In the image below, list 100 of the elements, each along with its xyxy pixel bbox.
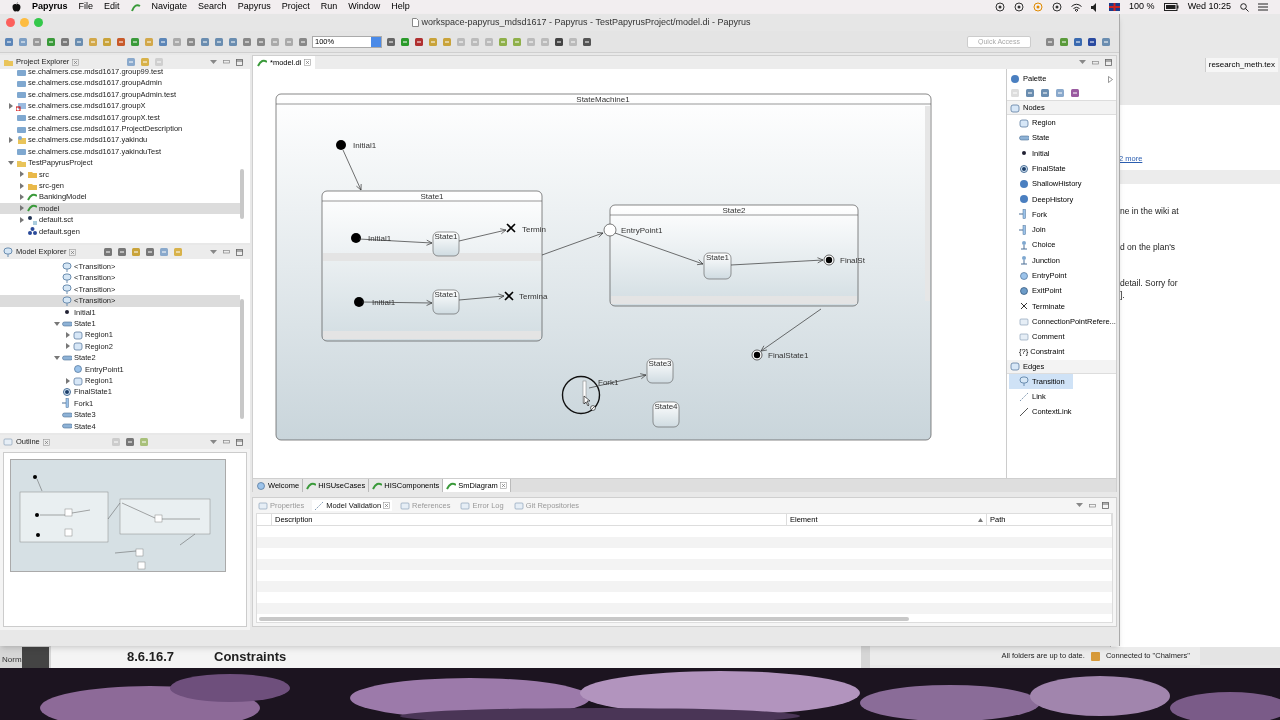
transition-arrow bbox=[458, 293, 505, 301]
toolbar-icon[interactable] bbox=[1040, 87, 1050, 98]
toolbar-icon[interactable] bbox=[145, 247, 156, 257]
close-icon[interactable] bbox=[499, 482, 507, 489]
expand-arrow-icon[interactable] bbox=[65, 332, 71, 339]
menu-item[interactable]: Edit bbox=[104, 0, 120, 14]
terminate-node bbox=[506, 223, 516, 233]
entry-point-icon bbox=[1019, 270, 1029, 281]
diagram-icon bbox=[256, 480, 266, 491]
expand-arrow-icon[interactable] bbox=[8, 102, 14, 109]
expand-arrow-icon[interactable] bbox=[19, 171, 25, 178]
expand-arrow-icon[interactable] bbox=[65, 343, 71, 350]
entry-point-icon bbox=[73, 364, 83, 375]
maximize-icon[interactable] bbox=[236, 58, 243, 66]
node-label: Termin bbox=[522, 225, 546, 234]
expand-arrow-icon[interactable] bbox=[19, 205, 25, 212]
toolbar-icon[interactable] bbox=[1025, 87, 1035, 98]
toolbar-icon[interactable] bbox=[386, 36, 396, 47]
view-icon bbox=[513, 500, 524, 511]
apple-icon[interactable] bbox=[12, 2, 21, 12]
battery-icon[interactable] bbox=[1163, 3, 1179, 11]
expand-arrow-icon[interactable] bbox=[8, 137, 14, 144]
view-menu-icon[interactable] bbox=[210, 59, 217, 65]
generator-icon bbox=[27, 226, 37, 237]
view-menu-icon[interactable] bbox=[1079, 60, 1086, 65]
toolbar-icon[interactable] bbox=[103, 247, 114, 257]
sort-icon bbox=[978, 517, 983, 522]
menu-item[interactable]: Run bbox=[320, 0, 338, 14]
state-icon bbox=[62, 352, 72, 363]
status-icon[interactable] bbox=[1052, 2, 1063, 12]
menu-item[interactable]: Navigate bbox=[151, 0, 188, 14]
final-state-node bbox=[751, 349, 763, 361]
minimize-icon[interactable] bbox=[223, 60, 230, 64]
maximize-icon[interactable] bbox=[236, 248, 243, 256]
toolbar-icon[interactable] bbox=[1070, 87, 1080, 98]
zoom-window-button[interactable] bbox=[34, 18, 43, 27]
toolbar-icon[interactable] bbox=[116, 36, 126, 47]
toolbar-icon[interactable] bbox=[117, 247, 128, 257]
view-icon bbox=[314, 500, 325, 511]
search-icon[interactable] bbox=[1240, 2, 1249, 12]
close-window-button[interactable] bbox=[6, 18, 15, 27]
close-icon[interactable] bbox=[383, 502, 391, 509]
project-icon bbox=[16, 135, 26, 146]
menu-item[interactable]: File bbox=[78, 0, 94, 14]
close-icon[interactable] bbox=[72, 58, 80, 66]
menu-item[interactable]: Project bbox=[281, 0, 310, 14]
toolbar-icon[interactable] bbox=[414, 36, 424, 47]
close-icon[interactable] bbox=[304, 59, 312, 66]
expand-arrow-icon[interactable] bbox=[8, 159, 14, 166]
expand-arrow-icon[interactable] bbox=[65, 377, 71, 384]
editor-tab[interactable]: research_meth.tex bbox=[1204, 58, 1278, 72]
transition-arrow bbox=[541, 232, 604, 256]
close-icon[interactable] bbox=[42, 438, 50, 446]
document-text: detail. Sorry for bbox=[1120, 278, 1179, 288]
transition-icon bbox=[1019, 376, 1029, 387]
menu-item[interactable]: Window bbox=[348, 0, 381, 14]
expand-arrow-icon[interactable] bbox=[19, 194, 25, 200]
toolbar-icon[interactable] bbox=[1087, 36, 1097, 47]
maximize-icon[interactable] bbox=[236, 438, 243, 446]
menu-item[interactable]: Papyrus bbox=[237, 0, 271, 14]
group-icon bbox=[1010, 361, 1020, 372]
transition-arrow bbox=[760, 308, 822, 352]
expand-arrow-icon[interactable] bbox=[19, 182, 25, 189]
expand-arrow-icon[interactable] bbox=[54, 320, 60, 327]
minimize-icon[interactable] bbox=[223, 250, 230, 254]
toolbar-icon[interactable] bbox=[554, 36, 564, 47]
close-icon[interactable] bbox=[69, 248, 77, 256]
expand-arrow-icon[interactable] bbox=[19, 216, 25, 223]
menu-item[interactable]: Papyrus bbox=[32, 0, 68, 14]
region-icon bbox=[73, 375, 83, 386]
view-icon bbox=[400, 500, 411, 511]
document-text: ]. bbox=[1120, 290, 1126, 300]
transition-arrow bbox=[361, 299, 433, 306]
toolbar-icon[interactable] bbox=[1073, 36, 1083, 47]
minimize-icon[interactable] bbox=[1089, 503, 1096, 508]
status-icon[interactable] bbox=[995, 2, 1006, 12]
collapse-icon[interactable] bbox=[1108, 75, 1113, 83]
papyrus-icon bbox=[130, 2, 141, 12]
toolbar-icon[interactable] bbox=[582, 36, 592, 47]
flag-icon[interactable] bbox=[1109, 3, 1121, 11]
status-icon[interactable] bbox=[1014, 2, 1025, 12]
exit-point-icon bbox=[1019, 285, 1029, 296]
maximize-icon[interactable] bbox=[1102, 502, 1109, 509]
toolbar-icon[interactable] bbox=[60, 36, 70, 47]
minimize-icon[interactable] bbox=[223, 440, 230, 444]
expand-arrow-icon[interactable] bbox=[54, 354, 60, 361]
view-menu-icon[interactable] bbox=[1076, 503, 1083, 508]
maximize-icon[interactable] bbox=[1105, 59, 1112, 66]
menu-item[interactable]: Search bbox=[198, 0, 227, 14]
menu-icon[interactable] bbox=[1258, 3, 1268, 11]
toolbar-icon[interactable] bbox=[124, 437, 135, 447]
state-node: State1 bbox=[432, 231, 460, 257]
state-icon bbox=[1019, 132, 1029, 143]
wifi-icon[interactable] bbox=[1071, 2, 1083, 12]
state-node: State1 bbox=[703, 252, 732, 280]
view-menu-icon[interactable] bbox=[210, 439, 217, 445]
minimize-icon[interactable] bbox=[1092, 60, 1099, 65]
menu-item[interactable]: Help bbox=[391, 0, 410, 14]
view-menu-icon[interactable] bbox=[210, 249, 217, 255]
state-node: State3 bbox=[646, 358, 674, 384]
